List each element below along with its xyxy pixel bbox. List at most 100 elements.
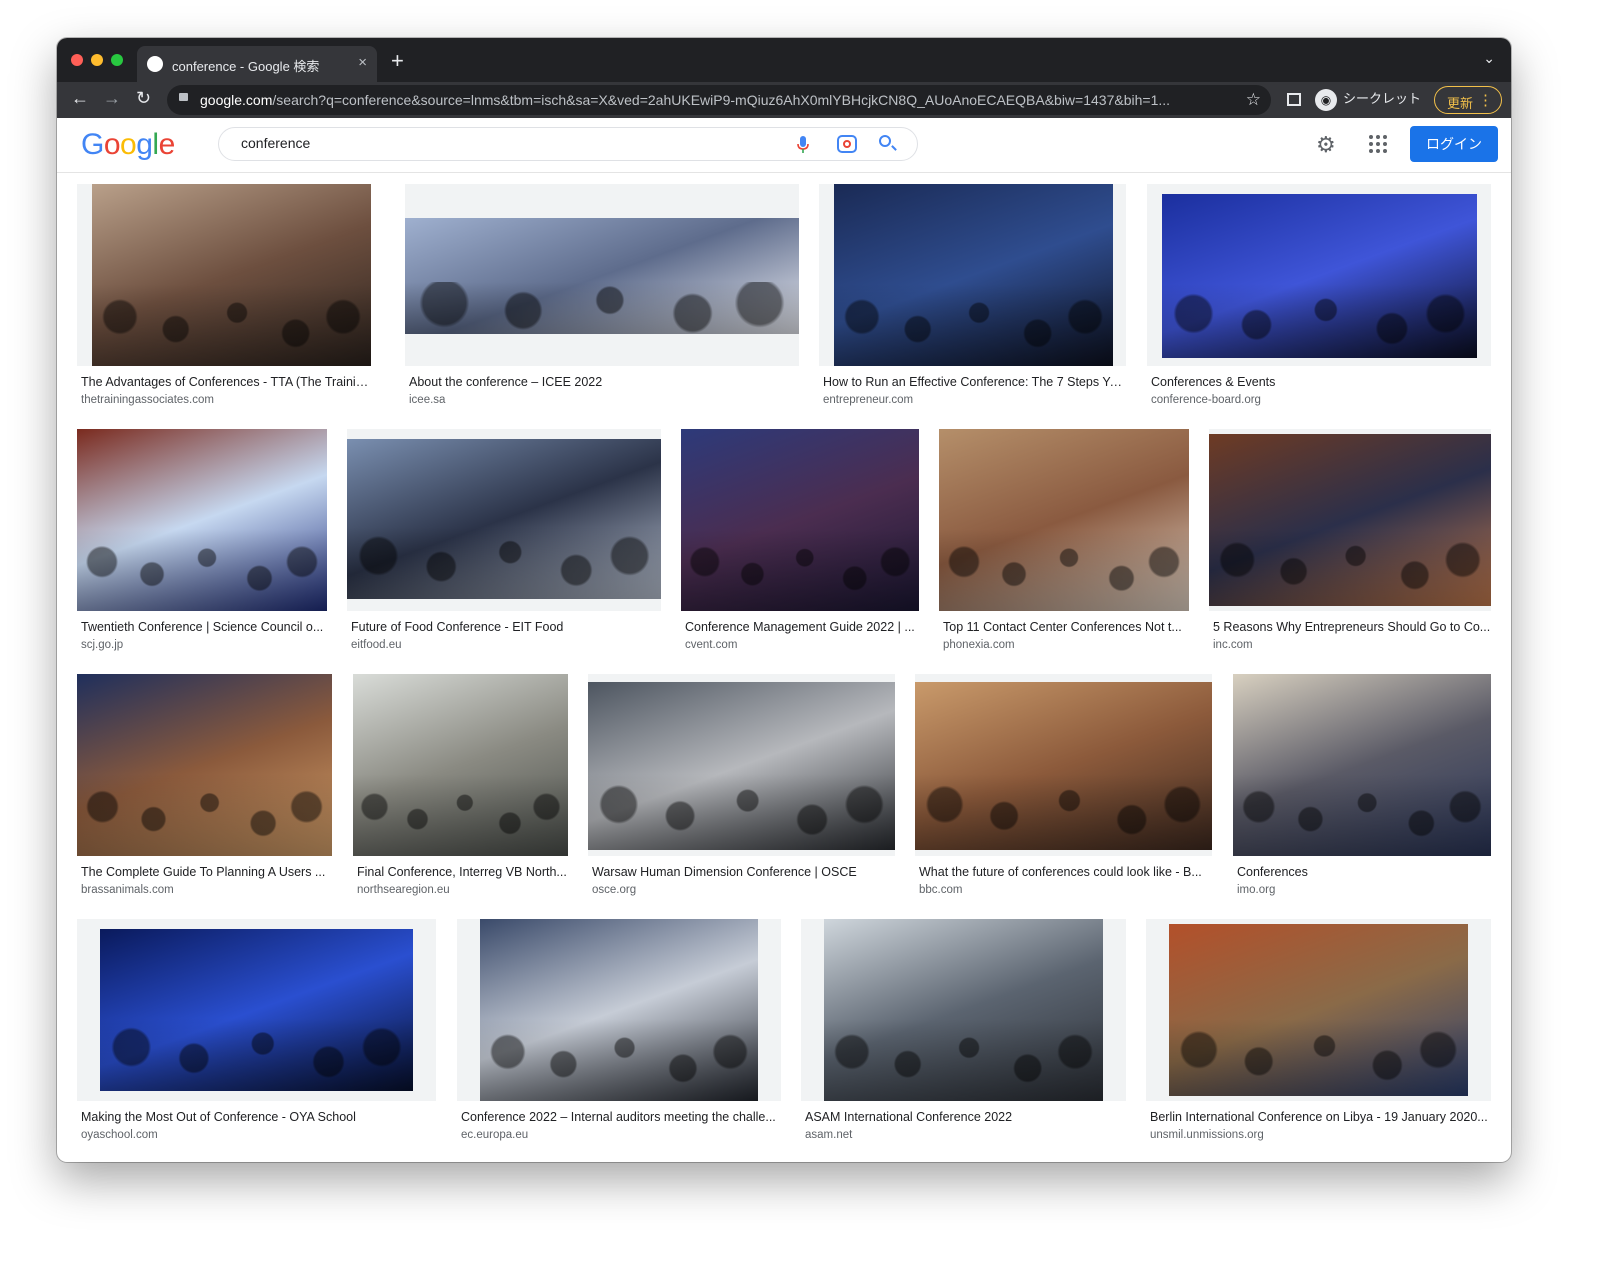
conference-photo-thumbnail[interactable] bbox=[824, 919, 1103, 1101]
conference-photo-thumbnail[interactable] bbox=[100, 929, 413, 1091]
conference-photo-thumbnail[interactable] bbox=[77, 429, 327, 611]
conference-photo-thumbnail[interactable] bbox=[92, 184, 371, 366]
more-menu-icon[interactable]: ⋮ bbox=[1478, 91, 1493, 109]
image-result-tile[interactable]: Top 11 Contact Center Conferences Not t.… bbox=[939, 429, 1189, 659]
search-icon[interactable] bbox=[879, 135, 891, 147]
new-tab-button[interactable]: + bbox=[391, 48, 404, 74]
image-result-tile[interactable]: Conference 2022 – Internal auditors meet… bbox=[457, 919, 781, 1149]
result-source[interactable]: icee.sa bbox=[409, 394, 799, 406]
conference-photo-thumbnail[interactable] bbox=[347, 439, 661, 599]
image-result-tile[interactable]: Conferences & Events conference-board.org bbox=[1147, 184, 1491, 414]
result-source[interactable]: brassanimals.com bbox=[81, 884, 332, 896]
result-title[interactable]: Making the Most Out of Conference - OYA … bbox=[81, 1110, 436, 1124]
apps-grid-icon[interactable] bbox=[1369, 135, 1387, 153]
result-title[interactable]: What the future of conferences could loo… bbox=[919, 865, 1212, 879]
result-source[interactable]: entrepreneur.com bbox=[823, 394, 1126, 406]
result-source[interactable]: conference-board.org bbox=[1151, 394, 1491, 406]
conference-photo-thumbnail[interactable] bbox=[1233, 674, 1491, 856]
thumbnail-frame[interactable] bbox=[939, 429, 1189, 611]
thumbnail-frame[interactable] bbox=[801, 919, 1126, 1101]
conference-photo-thumbnail[interactable] bbox=[915, 682, 1212, 850]
login-button[interactable]: ログイン bbox=[1410, 126, 1498, 162]
thumbnail-frame[interactable] bbox=[353, 674, 568, 856]
reload-icon[interactable]: ↻ bbox=[136, 88, 151, 109]
result-title[interactable]: The Advantages of Conferences - TTA (The… bbox=[81, 375, 371, 389]
image-result-tile[interactable]: ASAM International Conference 2022 asam.n… bbox=[801, 919, 1126, 1149]
thumbnail-frame[interactable] bbox=[819, 184, 1126, 366]
search-input[interactable] bbox=[239, 134, 763, 152]
update-button[interactable]: 更新 ⋮ bbox=[1434, 86, 1502, 114]
side-panel-icon[interactable] bbox=[1287, 93, 1301, 106]
result-source[interactable]: imo.org bbox=[1237, 884, 1491, 896]
result-title[interactable]: Twentieth Conference | Science Council o… bbox=[81, 620, 327, 634]
image-result-tile[interactable]: Berlin International Conference on Libya… bbox=[1146, 919, 1491, 1149]
conference-photo-thumbnail[interactable] bbox=[939, 429, 1189, 611]
conference-photo-thumbnail[interactable] bbox=[681, 429, 919, 611]
forward-arrow-icon[interactable]: → bbox=[103, 88, 121, 109]
back-arrow-icon[interactable]: ← bbox=[71, 88, 89, 109]
conference-photo-thumbnail[interactable] bbox=[480, 919, 758, 1101]
minimize-window-button[interactable] bbox=[91, 54, 103, 66]
result-source[interactable]: bbc.com bbox=[919, 884, 1212, 896]
camera-lens-icon[interactable] bbox=[837, 135, 857, 153]
thumbnail-frame[interactable] bbox=[77, 919, 436, 1101]
result-title[interactable]: Top 11 Contact Center Conferences Not t.… bbox=[943, 620, 1189, 634]
thumbnail-frame[interactable] bbox=[588, 674, 895, 856]
result-source[interactable]: inc.com bbox=[1213, 639, 1491, 651]
close-window-button[interactable] bbox=[71, 54, 83, 66]
result-title[interactable]: ASAM International Conference 2022 bbox=[805, 1110, 1126, 1124]
thumbnail-frame[interactable] bbox=[1146, 919, 1491, 1101]
result-title[interactable]: Conferences & Events bbox=[1151, 375, 1491, 389]
thumbnail-frame[interactable] bbox=[457, 919, 781, 1101]
settings-gear-icon[interactable]: ⚙ bbox=[1316, 132, 1336, 158]
thumbnail-frame[interactable] bbox=[1233, 674, 1491, 856]
image-result-tile[interactable]: Warsaw Human Dimension Conference | OSCE… bbox=[588, 674, 895, 904]
conference-photo-thumbnail[interactable] bbox=[1209, 434, 1491, 606]
result-title[interactable]: 5 Reasons Why Entrepreneurs Should Go to… bbox=[1213, 620, 1491, 634]
thumbnail-frame[interactable] bbox=[1147, 184, 1491, 366]
thumbnail-frame[interactable] bbox=[77, 674, 332, 856]
search-box[interactable] bbox=[218, 127, 918, 161]
incognito-indicator[interactable]: ◉ シークレット bbox=[1315, 88, 1421, 111]
image-result-tile[interactable]: About the conference – ICEE 2022 icee.sa bbox=[405, 184, 799, 414]
result-source[interactable]: thetrainingassociates.com bbox=[81, 394, 371, 406]
conference-photo-thumbnail[interactable] bbox=[353, 674, 568, 856]
microphone-icon[interactable] bbox=[797, 136, 809, 154]
result-title[interactable]: Conference 2022 – Internal auditors meet… bbox=[461, 1110, 781, 1124]
zoom-window-button[interactable] bbox=[111, 54, 123, 66]
result-source[interactable]: osce.org bbox=[592, 884, 895, 896]
google-logo[interactable]: Google bbox=[81, 128, 175, 162]
thumbnail-frame[interactable] bbox=[77, 184, 371, 366]
thumbnail-frame[interactable] bbox=[347, 429, 661, 611]
image-result-tile[interactable]: Conferences imo.org bbox=[1233, 674, 1491, 904]
thumbnail-frame[interactable] bbox=[681, 429, 919, 611]
result-source[interactable]: eitfood.eu bbox=[351, 639, 661, 651]
result-title[interactable]: Warsaw Human Dimension Conference | OSCE bbox=[592, 865, 895, 879]
conference-photo-thumbnail[interactable] bbox=[1162, 194, 1477, 358]
result-title[interactable]: The Complete Guide To Planning A Users .… bbox=[81, 865, 332, 879]
active-tab[interactable]: conference - Google 検索 × bbox=[137, 46, 377, 82]
thumbnail-frame[interactable] bbox=[77, 429, 327, 611]
image-result-tile[interactable]: Final Conference, Interreg VB North... no… bbox=[353, 674, 568, 904]
tab-close-button[interactable]: × bbox=[358, 54, 367, 71]
image-result-tile[interactable]: Making the Most Out of Conference - OYA … bbox=[77, 919, 436, 1149]
bookmark-star-icon[interactable]: ☆ bbox=[1246, 90, 1261, 110]
image-result-tile[interactable]: The Advantages of Conferences - TTA (The… bbox=[77, 184, 371, 414]
thumbnail-frame[interactable] bbox=[1209, 429, 1491, 611]
image-result-tile[interactable]: The Complete Guide To Planning A Users .… bbox=[77, 674, 332, 904]
tab-search-chevron-icon[interactable]: ⌄ bbox=[1483, 50, 1495, 67]
conference-photo-thumbnail[interactable] bbox=[588, 682, 895, 850]
conference-photo-thumbnail[interactable] bbox=[77, 674, 332, 856]
image-result-tile[interactable]: Twentieth Conference | Science Council o… bbox=[77, 429, 327, 659]
result-source[interactable]: oyaschool.com bbox=[81, 1129, 436, 1141]
image-result-tile[interactable]: Future of Food Conference - EIT Food eitf… bbox=[347, 429, 661, 659]
result-title[interactable]: Future of Food Conference - EIT Food bbox=[351, 620, 661, 634]
result-title[interactable]: Berlin International Conference on Libya… bbox=[1150, 1110, 1491, 1124]
image-result-tile[interactable]: What the future of conferences could loo… bbox=[915, 674, 1212, 904]
result-title[interactable]: Conferences bbox=[1237, 865, 1491, 879]
thumbnail-frame[interactable] bbox=[915, 674, 1212, 856]
result-source[interactable]: asam.net bbox=[805, 1129, 1126, 1141]
result-source[interactable]: phonexia.com bbox=[943, 639, 1189, 651]
conference-photo-thumbnail[interactable] bbox=[1169, 924, 1468, 1096]
image-result-tile[interactable]: 5 Reasons Why Entrepreneurs Should Go to… bbox=[1209, 429, 1491, 659]
